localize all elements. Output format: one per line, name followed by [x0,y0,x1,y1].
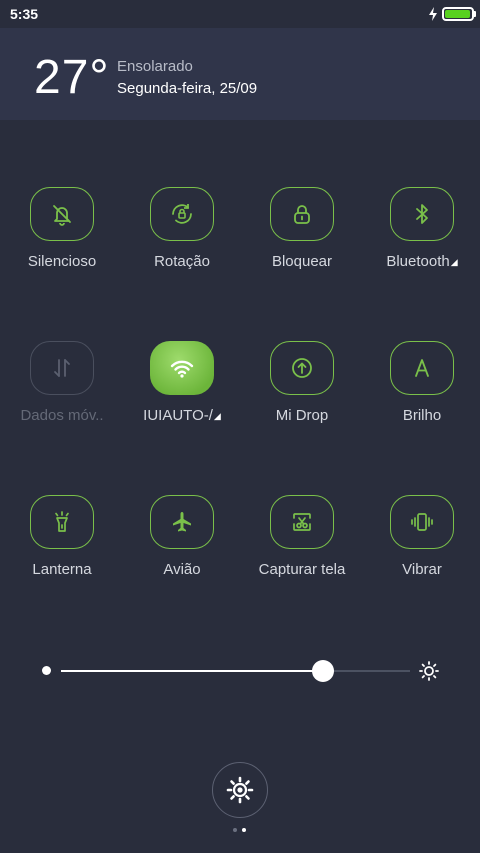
slider-thumb[interactable] [311,660,334,682]
tile-button[interactable] [150,495,214,549]
screenshot-icon [293,513,311,531]
tile-label: Vibrar [362,561,480,578]
page-dot [242,828,246,832]
weather-header[interactable]: 27° Ensolarado Segunda-feira, 25/09 [0,28,480,120]
flashlight-icon [55,511,69,532]
mobile-data-icon [54,359,70,377]
battery-level [445,10,470,18]
expand-indicator-icon: ◢ [213,411,221,421]
expand-indicator-icon: ◢ [450,257,458,267]
tile-label: Avião [122,561,242,578]
tile-button[interactable] [390,187,454,241]
tile-label-text: Dados móv.. [20,407,104,424]
tile-button[interactable] [390,495,454,549]
tile-label-text: IUIAUTO-/ [143,407,213,424]
tile-button[interactable] [30,495,94,549]
tile-bluetooth[interactable]: Bluetooth◢ [362,187,480,307]
auto-brightness-icon [415,359,429,377]
tile-label: IUIAUTO-/◢ [122,407,242,424]
lock-icon [294,205,310,224]
tile-label: Capturar tela [242,561,362,578]
tile-button[interactable] [150,341,214,395]
tile-label: Rotação [122,253,242,270]
brightness-low-icon [42,666,51,675]
tile-label-text: Capturar tela [258,561,346,578]
brightness-slider[interactable] [30,655,450,687]
tile-label-text: Silencioso [27,253,97,270]
tile-label-text: Rotação [154,253,210,270]
battery-tip [474,11,476,17]
quick-settings-screen: 5:35 27° Ensolarado Segunda-feira, 25/09… [0,0,480,853]
tile-label: Dados móv.. [2,407,122,424]
tile-label: Silencioso [2,253,122,270]
tile-label-text: Bloquear [271,253,333,270]
status-time: 5:35 [10,6,39,22]
brightness-high-icon [419,661,439,681]
tile-iuiauto[interactable]: IUIAUTO-/◢ [122,341,242,461]
tile-label-text: Vibrar [402,561,442,578]
tile-dados-móv[interactable]: Dados móv.. [2,341,122,461]
wifi-icon [170,360,194,378]
temperature: 27° [34,51,110,104]
tile-button[interactable] [390,341,454,395]
tile-label-text: Lanterna [32,561,92,578]
tile-label-text: Brilho [402,407,442,424]
tile-button[interactable] [150,187,214,241]
tile-bloquear[interactable]: Bloquear [242,187,362,307]
tile-label: Mi Drop [242,407,362,424]
tile-brilho[interactable]: Brilho [362,341,480,461]
tile-vibrar[interactable]: Vibrar [362,495,480,615]
tile-label-text: Mi Drop [275,407,329,424]
page-indicator [232,828,248,832]
tile-button[interactable] [30,341,94,395]
tile-button[interactable] [270,187,334,241]
charging-icon [429,7,437,21]
tile-silencioso[interactable]: Silencioso [2,187,122,307]
battery-icon [442,7,474,21]
page-dot [233,828,237,832]
date: Segunda-feira, 25/09 [117,80,258,97]
rotation-lock-icon [172,204,192,224]
tile-label: Brilho [362,407,480,424]
tile-button[interactable] [30,187,94,241]
tile-avião[interactable]: Avião [122,495,242,615]
mi-drop-icon [292,358,312,378]
tile-label-text: Avião [163,561,201,578]
tile-label: Bloquear [242,253,362,270]
slider-fill [61,670,323,672]
bluetooth-icon [416,204,428,224]
tile-button[interactable] [270,341,334,395]
weather-condition: Ensolarado [117,58,193,75]
tile-capturar-tela[interactable]: Capturar tela [242,495,362,615]
vibrate-icon [411,513,433,531]
tile-mi-drop[interactable]: Mi Drop [242,341,362,461]
gear-icon [226,776,254,804]
tile-label: Bluetooth◢ [362,253,480,270]
tile-label: Lanterna [2,561,122,578]
tile-lanterna[interactable]: Lanterna [2,495,122,615]
tile-label-text: Bluetooth [386,253,450,270]
status-bar: 5:35 [0,0,480,28]
bell-off-icon [53,205,71,226]
settings-button[interactable] [212,762,268,818]
airplane-icon [173,512,191,532]
tile-button[interactable] [270,495,334,549]
tile-rotação[interactable]: Rotação [122,187,242,307]
